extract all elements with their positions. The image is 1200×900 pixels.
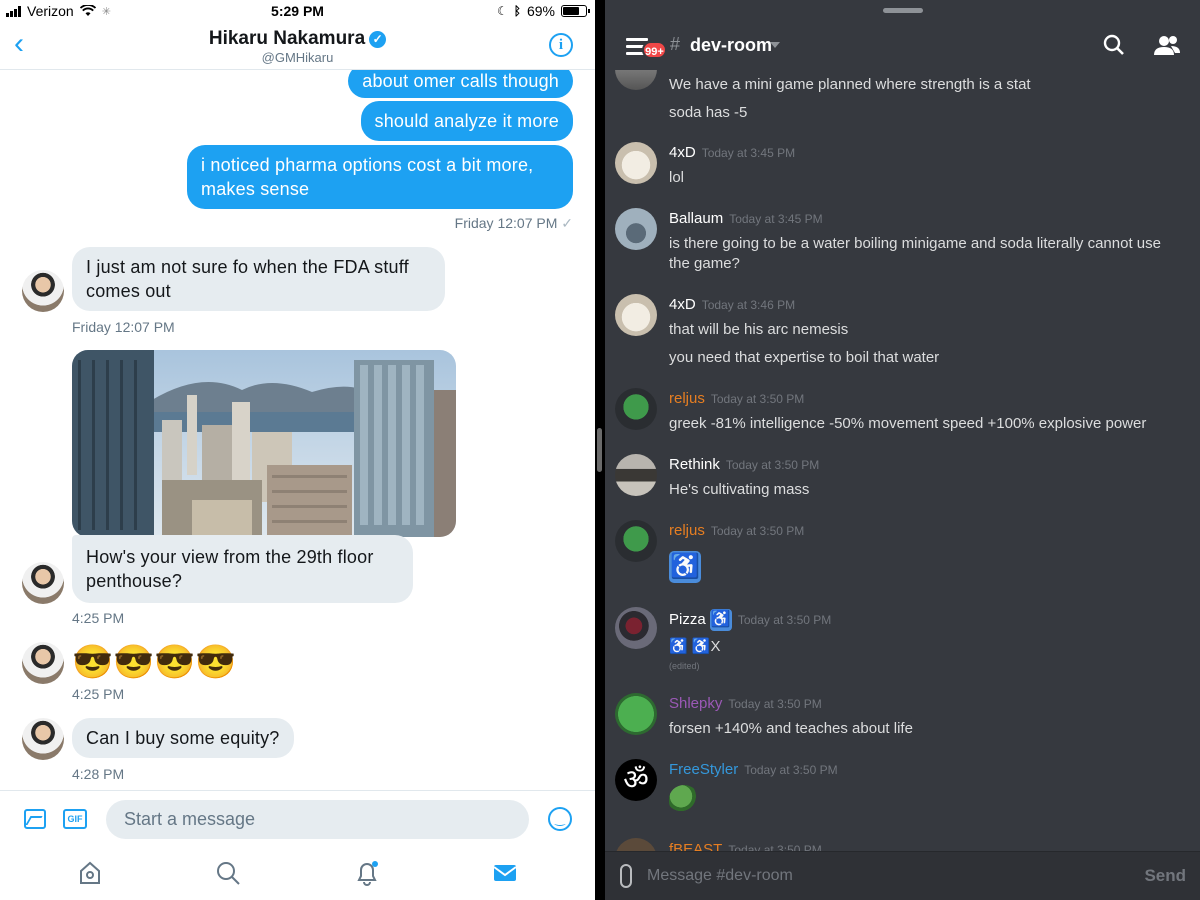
wheelchair-emoji: ♿ — [709, 609, 732, 631]
message-timestamp: Today at 3:50 PM — [728, 697, 822, 711]
notifications-icon[interactable] — [354, 860, 380, 886]
bluetooth-icon: ᛒ — [513, 4, 521, 18]
drag-handle[interactable] — [883, 8, 923, 13]
message-timestamp: Friday 12:07 PM — [454, 215, 558, 231]
message-text: lol — [669, 169, 685, 186]
username[interactable]: reljus — [669, 522, 705, 539]
twitter-dm-pane: Verizon ✳ 5:29 PM ☾ ᛒ 69% ‹ Hikaru Nakam… — [0, 0, 595, 900]
split-view-divider — [595, 0, 605, 900]
avatar[interactable] — [615, 693, 657, 735]
image-icon[interactable] — [24, 809, 46, 829]
avatar[interactable] — [615, 520, 657, 562]
outgoing-message[interactable]: about omer calls though — [348, 70, 573, 98]
shared-photo[interactable] — [72, 350, 456, 537]
outgoing-message[interactable]: should analyze it more — [360, 101, 573, 141]
avatar[interactable] — [615, 294, 657, 336]
avatar[interactable] — [615, 388, 657, 430]
locked-channel-icon: # — [670, 34, 681, 54]
mention-badge: 99+ — [642, 41, 667, 59]
compose-bar: GIF Start a message ‿ — [0, 790, 595, 846]
pepe-emote-icon[interactable] — [669, 785, 699, 813]
message-timestamp: Today at 3:46 PM — [701, 298, 796, 312]
message-timestamp: Today at 3:45 PM — [729, 212, 823, 226]
home-icon[interactable] — [77, 860, 103, 886]
channel-header: 99+ # dev-room — [605, 0, 1200, 70]
message-timestamp: Today at 3:50 PM — [744, 763, 838, 777]
username[interactable]: 4xD — [669, 296, 696, 313]
username[interactable]: Ballaum — [669, 210, 723, 227]
wheelchair-emoji[interactable]: ♿ — [669, 551, 701, 583]
incoming-message[interactable]: I just am not sure fo when the FDA stuff… — [72, 247, 445, 311]
search-icon[interactable] — [1103, 34, 1125, 56]
emoji-message[interactable]: 😎😎😎😎 — [72, 642, 236, 682]
paperclip-icon[interactable] — [620, 864, 632, 888]
username[interactable]: reljus — [669, 390, 705, 407]
messages-icon[interactable] — [492, 860, 518, 886]
username[interactable]: 4xD — [669, 144, 696, 161]
username[interactable]: Shlepky — [669, 695, 722, 712]
avatar[interactable] — [22, 562, 64, 604]
message-timestamp: Today at 3:50 PM — [737, 612, 832, 627]
avatar[interactable] — [615, 142, 657, 184]
contact-handle: @GMHikaru — [261, 50, 334, 65]
emoji-picker-icon[interactable]: ‿ — [548, 807, 572, 831]
avatar[interactable] — [615, 208, 657, 250]
read-check-icon: ✓ — [561, 215, 573, 231]
incoming-message[interactable]: Can I buy some equity? — [72, 718, 294, 758]
contact-name[interactable]: Hikaru Nakamura — [209, 28, 365, 49]
search-icon[interactable] — [215, 860, 241, 886]
info-icon[interactable]: i — [549, 33, 573, 57]
message-composer: Message #dev-room Send — [605, 851, 1200, 900]
om-avatar[interactable]: ॐ — [615, 759, 657, 801]
edited-label: (edited) — [669, 661, 700, 671]
chevron-down-icon[interactable] — [770, 42, 780, 48]
message-timestamp: Friday 12:07 PM — [72, 319, 175, 335]
moon-icon: ☾ — [497, 4, 508, 18]
message-text: ♿ ♿X — [669, 638, 721, 655]
message-text: soda has -5 — [669, 104, 748, 121]
message-timestamp: Today at 3:50 PM — [725, 458, 820, 472]
avatar[interactable] — [615, 607, 657, 649]
avatar[interactable] — [22, 718, 64, 760]
battery-icon — [561, 5, 590, 17]
message-text: is there going to be a water boiling min… — [669, 235, 1161, 272]
avatar[interactable] — [22, 642, 64, 684]
message-input[interactable]: Start a message — [106, 800, 529, 839]
channel-name[interactable]: dev-room — [690, 35, 772, 56]
message-timestamp: 4:28 PM — [72, 766, 125, 782]
message-timestamp: Today at 3:45 PM — [701, 146, 796, 160]
tab-bar — [0, 846, 595, 900]
username[interactable]: Pizza — [669, 611, 706, 628]
members-icon[interactable] — [1154, 34, 1180, 56]
message-timestamp: Today at 3:50 PM — [710, 524, 805, 538]
message-timestamp: Today at 3:50 PM — [710, 392, 805, 406]
verified-badge-icon: ✓ — [369, 31, 387, 48]
gif-button[interactable]: GIF — [63, 809, 87, 829]
message-text: greek -81% intelligence -50% movement sp… — [669, 415, 1147, 432]
discord-pane: 99+ # dev-room We have a mini game plann… — [605, 0, 1200, 900]
outgoing-message[interactable]: i noticed pharma options cost a bit more… — [187, 145, 573, 209]
username[interactable]: Rethink — [669, 456, 720, 473]
message-text: He's cultivating mass — [669, 481, 810, 498]
split-view-handle[interactable] — [597, 428, 602, 472]
username[interactable]: FreeStyler — [669, 761, 738, 778]
battery-percent: 69% — [526, 3, 555, 19]
message-text: you need that expertise to boil that wat… — [669, 349, 940, 366]
message-text: We have a mini game planned where streng… — [669, 76, 1031, 93]
avatar[interactable] — [22, 270, 64, 312]
avatar[interactable] — [615, 454, 657, 496]
message-thread: about omer calls though should analyze i… — [0, 70, 595, 790]
message-timestamp: 4:25 PM — [72, 686, 125, 702]
message-input[interactable]: Message #dev-room — [647, 867, 793, 885]
message-timestamp: 4:25 PM — [72, 610, 125, 626]
conversation-header: ‹ Hikaru Nakamura ✓ @GMHikaru i — [0, 22, 595, 70]
message-text: forsen +140% and teaches about life — [669, 720, 913, 737]
incoming-message[interactable]: How's your view from the 29th floor pent… — [72, 535, 413, 603]
message-text: that will be his arc nemesis — [669, 321, 849, 338]
status-bar: Verizon ✳ 5:29 PM ☾ ᛒ 69% — [0, 0, 595, 22]
send-button[interactable]: Send — [1144, 866, 1186, 886]
